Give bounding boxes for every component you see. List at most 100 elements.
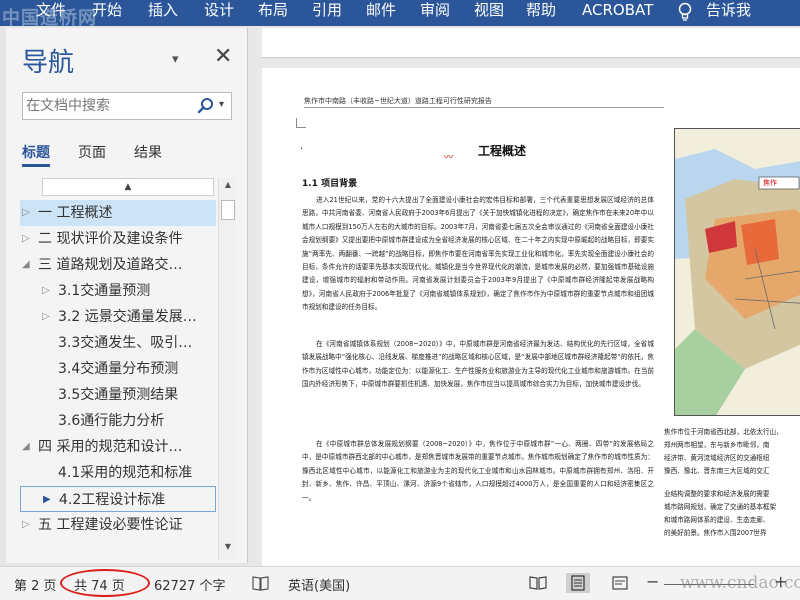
scrollbar-thumb[interactable]: [221, 200, 235, 220]
nav-heading-item[interactable]: ▷ 3.1交通量预测: [20, 278, 216, 304]
zoom-in-button[interactable]: +: [774, 572, 787, 591]
nav-heading-label: 4.2工程设计标准: [59, 492, 166, 508]
tab-insert[interactable]: 插入: [148, 0, 178, 22]
body-paragraph: 进入21世纪以来，党的十六大提出了全面建设小康社会的宏伟目标和部署，三个代表重要…: [302, 196, 654, 312]
nav-heading-label: 一 工程概述: [38, 205, 113, 221]
side-text-line: 和城市路网体系的建设、生态走廊、: [664, 516, 770, 524]
ribbon-tab-bar: 中国造桥网 文件 开始 插入 设计 布局 引用 邮件 审阅 视图 帮助 ACRO…: [0, 0, 800, 29]
nav-heading-label: 3.1交通量预测: [58, 283, 151, 299]
nav-heading-item[interactable]: ◢ 四 采用的规范和设计…: [20, 434, 216, 460]
nav-heading-item[interactable]: 3.3交通发生、吸引…: [20, 330, 216, 356]
nav-heading-item[interactable]: ▷ 3.2 远景交通量发展…: [20, 304, 216, 330]
nav-heading-item[interactable]: ▷ 一 工程概述: [20, 200, 216, 226]
tab-help[interactable]: 帮助: [526, 0, 556, 22]
body-paragraph: 在《中原城市群总体发展规划纲要（2008~2020）》中，焦作位于中原城市群“一…: [302, 440, 654, 502]
page-number-indicator[interactable]: 第 2 页: [14, 575, 57, 594]
collapsed-arrow-icon[interactable]: ▷: [42, 304, 54, 330]
nav-heading-label: 3.2 远景交通量发展…: [58, 309, 197, 325]
print-layout-icon: [571, 575, 585, 591]
chevron-down-icon[interactable]: ▾: [172, 52, 179, 67]
nav-search-box[interactable]: ▾: [22, 92, 232, 120]
nav-tab-pages[interactable]: 页面: [78, 142, 106, 162]
nav-heading-label: 3.5交通量预测结果: [58, 387, 179, 403]
nav-heading-item[interactable]: 3.4交通量分布预测: [20, 356, 216, 382]
side-text-line: 豫西、豫北、晋东南三大区域的交汇: [664, 467, 770, 475]
lightbulb-icon[interactable]: [676, 2, 694, 22]
tell-me-box[interactable]: 告诉我: [706, 0, 751, 22]
zoom-out-button[interactable]: −: [646, 572, 659, 591]
web-layout-button[interactable]: [608, 573, 632, 593]
nav-heading-label: 四 采用的规范和设计…: [38, 439, 183, 455]
expanded-arrow-icon[interactable]: ◢: [22, 434, 34, 460]
side-text-line: 经济带、黄河流域经济区的交通枢纽: [664, 454, 770, 462]
tab-design[interactable]: 设计: [204, 0, 234, 22]
nav-heading-label: 3.6通行能力分析: [58, 413, 165, 429]
nav-tab-headings[interactable]: 标题: [22, 142, 50, 167]
document-canvas[interactable]: 焦作市中南路（丰收路~世纪大道）道路工程可行性研究报告 · 〰 工程概述 1.1…: [250, 28, 800, 568]
nav-heading-item[interactable]: ▶ 4.2工程设计标准: [20, 486, 216, 512]
margin-crop-mark: [296, 118, 306, 128]
tab-acrobat[interactable]: ACROBAT: [582, 0, 653, 22]
expanded-arrow-icon[interactable]: ◢: [22, 252, 34, 278]
location-map-image: 焦作: [674, 128, 800, 416]
search-input[interactable]: [26, 96, 196, 116]
previous-page-edge: [262, 28, 800, 58]
tab-references[interactable]: 引用: [312, 0, 342, 22]
collapsed-arrow-icon[interactable]: ▷: [42, 278, 54, 304]
nav-heading-label: 五 工程建设必要性论证: [38, 517, 183, 533]
collapsed-arrow-icon[interactable]: ▷: [22, 200, 34, 226]
nav-heading-label: 二 现状评价及建设条件: [38, 231, 183, 247]
proofing-book-icon[interactable]: [252, 575, 270, 591]
total-pages-indicator[interactable]: 共 74 页: [74, 575, 125, 594]
read-mode-button[interactable]: [526, 573, 550, 593]
status-bar: 第 2 页 共 74 页 62727 个字 英语(美国) − www.cndao…: [0, 566, 800, 600]
tab-mailings[interactable]: 邮件: [366, 0, 396, 22]
chapter-title: 工程概述: [478, 144, 527, 158]
heading-tree: ▲ ▷ 一 工程概述 ▷ 二 现状评价及建设条件 ◢ 三 道路规划及道路交… ▷ 3.1交通量…: [20, 176, 218, 562]
print-layout-button[interactable]: [566, 573, 590, 593]
tab-home[interactable]: 开始: [92, 0, 122, 22]
side-text-line: 的美好前景。焦作市入围2007世界: [664, 529, 767, 537]
nav-heading-item[interactable]: 3.6通行能力分析: [20, 408, 216, 434]
scroll-up-arrow-icon[interactable]: ▲: [219, 180, 237, 196]
read-mode-icon: [529, 576, 547, 590]
collapsed-arrow-icon[interactable]: ▷: [22, 226, 34, 252]
nav-heading-label: 4.1采用的规范和标准: [58, 465, 193, 481]
word-count-indicator[interactable]: 62727 个字: [154, 575, 226, 594]
nav-heading-label: 三 道路规划及道路交…: [38, 257, 183, 273]
map-label: 焦作: [763, 179, 777, 187]
body-paragraph: 在《河南省城镇体系规划（2008~2020）》中，中原城市群是河南省经济最为发达…: [302, 340, 654, 389]
nav-heading-label: 3.3交通发生、吸引…: [58, 335, 193, 351]
nav-heading-item[interactable]: ▷ 二 现状评价及建设条件: [20, 226, 216, 252]
tab-file[interactable]: 文件: [36, 0, 66, 22]
search-options-dropdown[interactable]: ▾: [219, 99, 224, 110]
list-bullet: ·: [300, 144, 304, 155]
web-layout-icon: [612, 576, 628, 590]
nav-heading-label: 3.4交通量分布预测: [58, 361, 179, 377]
spelling-squiggle: 〰: [444, 153, 454, 163]
search-icon[interactable]: [197, 97, 215, 115]
nav-tab-results[interactable]: 结果: [134, 142, 162, 162]
close-icon[interactable]: ✕: [214, 44, 232, 69]
language-indicator[interactable]: 英语(美国): [288, 575, 350, 594]
nav-heading-item[interactable]: ◢ 三 道路规划及道路交…: [20, 252, 216, 278]
tab-view[interactable]: 视图: [474, 0, 504, 22]
section-title: 1.1 项目背景: [302, 179, 358, 189]
tab-layout[interactable]: 布局: [258, 0, 288, 22]
side-text-line: 城市路网规划，确定了交通的基本框架: [664, 503, 777, 511]
collapsed-arrow-icon[interactable]: ▷: [22, 512, 34, 538]
nav-scrollbar[interactable]: ▲ ▼: [218, 178, 236, 560]
document-page[interactable]: 焦作市中南路（丰收路~世纪大道）道路工程可行性研究报告 · 〰 工程概述 1.1…: [262, 68, 800, 568]
scroll-down-arrow-icon[interactable]: ▼: [219, 542, 237, 558]
running-header: 焦作市中南路（丰收路~世纪大道）道路工程可行性研究报告: [304, 96, 664, 108]
side-text-line: 业结构调整的要求和经济发展的需要: [664, 490, 770, 498]
nav-heading-item[interactable]: ▷ 五 工程建设必要性论证: [20, 512, 216, 538]
collapse-up-icon[interactable]: ▲: [42, 178, 214, 196]
nav-heading-item[interactable]: 3.5交通量预测结果: [20, 382, 216, 408]
collapsed-arrow-icon[interactable]: ▶: [43, 487, 55, 511]
nav-pane-title: 导航: [22, 48, 75, 78]
side-text-line: 郑州两市相望，东与新乡市毗邻，南: [664, 441, 770, 449]
nav-heading-item[interactable]: 4.1采用的规范和标准: [20, 460, 216, 486]
side-text-line: 焦作市位于河南省西北部，北依太行山，: [664, 428, 783, 436]
tab-review[interactable]: 审阅: [420, 0, 450, 22]
